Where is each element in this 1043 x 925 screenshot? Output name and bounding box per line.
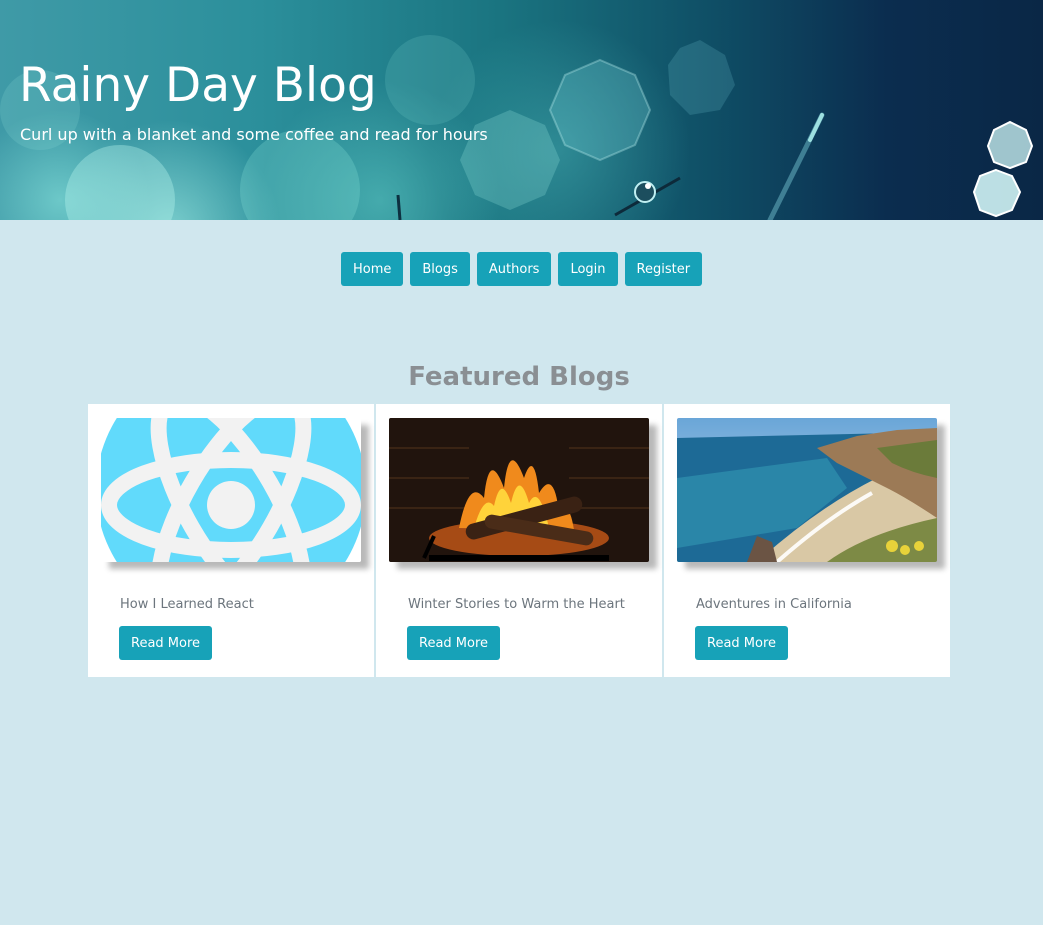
fireplace-image[interactable] [389,418,649,562]
read-more-button[interactable]: Read More [695,626,789,660]
blog-card: Winter Stories to Warm the Heart Read Mo… [376,404,662,677]
main-nav: Home Blogs Authors Login Register [341,252,703,286]
read-more-button[interactable]: Read More [119,626,213,660]
nav-home-button[interactable]: Home [341,252,404,286]
react-logo-icon[interactable] [101,418,361,562]
featured-blogs-list: How I Learned React Read More Winter Sto [88,404,950,677]
nav-blogs-button[interactable]: Blogs [410,252,470,286]
blog-card: Adventures in California Read More [664,404,950,677]
featured-blogs-heading: Featured Blogs [408,362,630,392]
nav-register-button[interactable]: Register [624,252,703,286]
blog-card-title: How I Learned React [120,597,254,612]
nav-login-button[interactable]: Login [558,252,618,286]
read-more-button[interactable]: Read More [407,626,501,660]
site-subtitle: Curl up with a blanket and some coffee a… [20,125,488,144]
hero-banner: Rainy Day Blog Curl up with a blanket an… [0,0,1043,220]
nav-authors-button[interactable]: Authors [476,252,552,286]
site-title: Rainy Day Blog [19,58,377,113]
blog-card: How I Learned React Read More [88,404,374,677]
blog-card-title: Winter Stories to Warm the Heart [408,597,625,612]
coastline-image[interactable] [677,418,937,562]
blog-card-title: Adventures in California [696,597,852,612]
